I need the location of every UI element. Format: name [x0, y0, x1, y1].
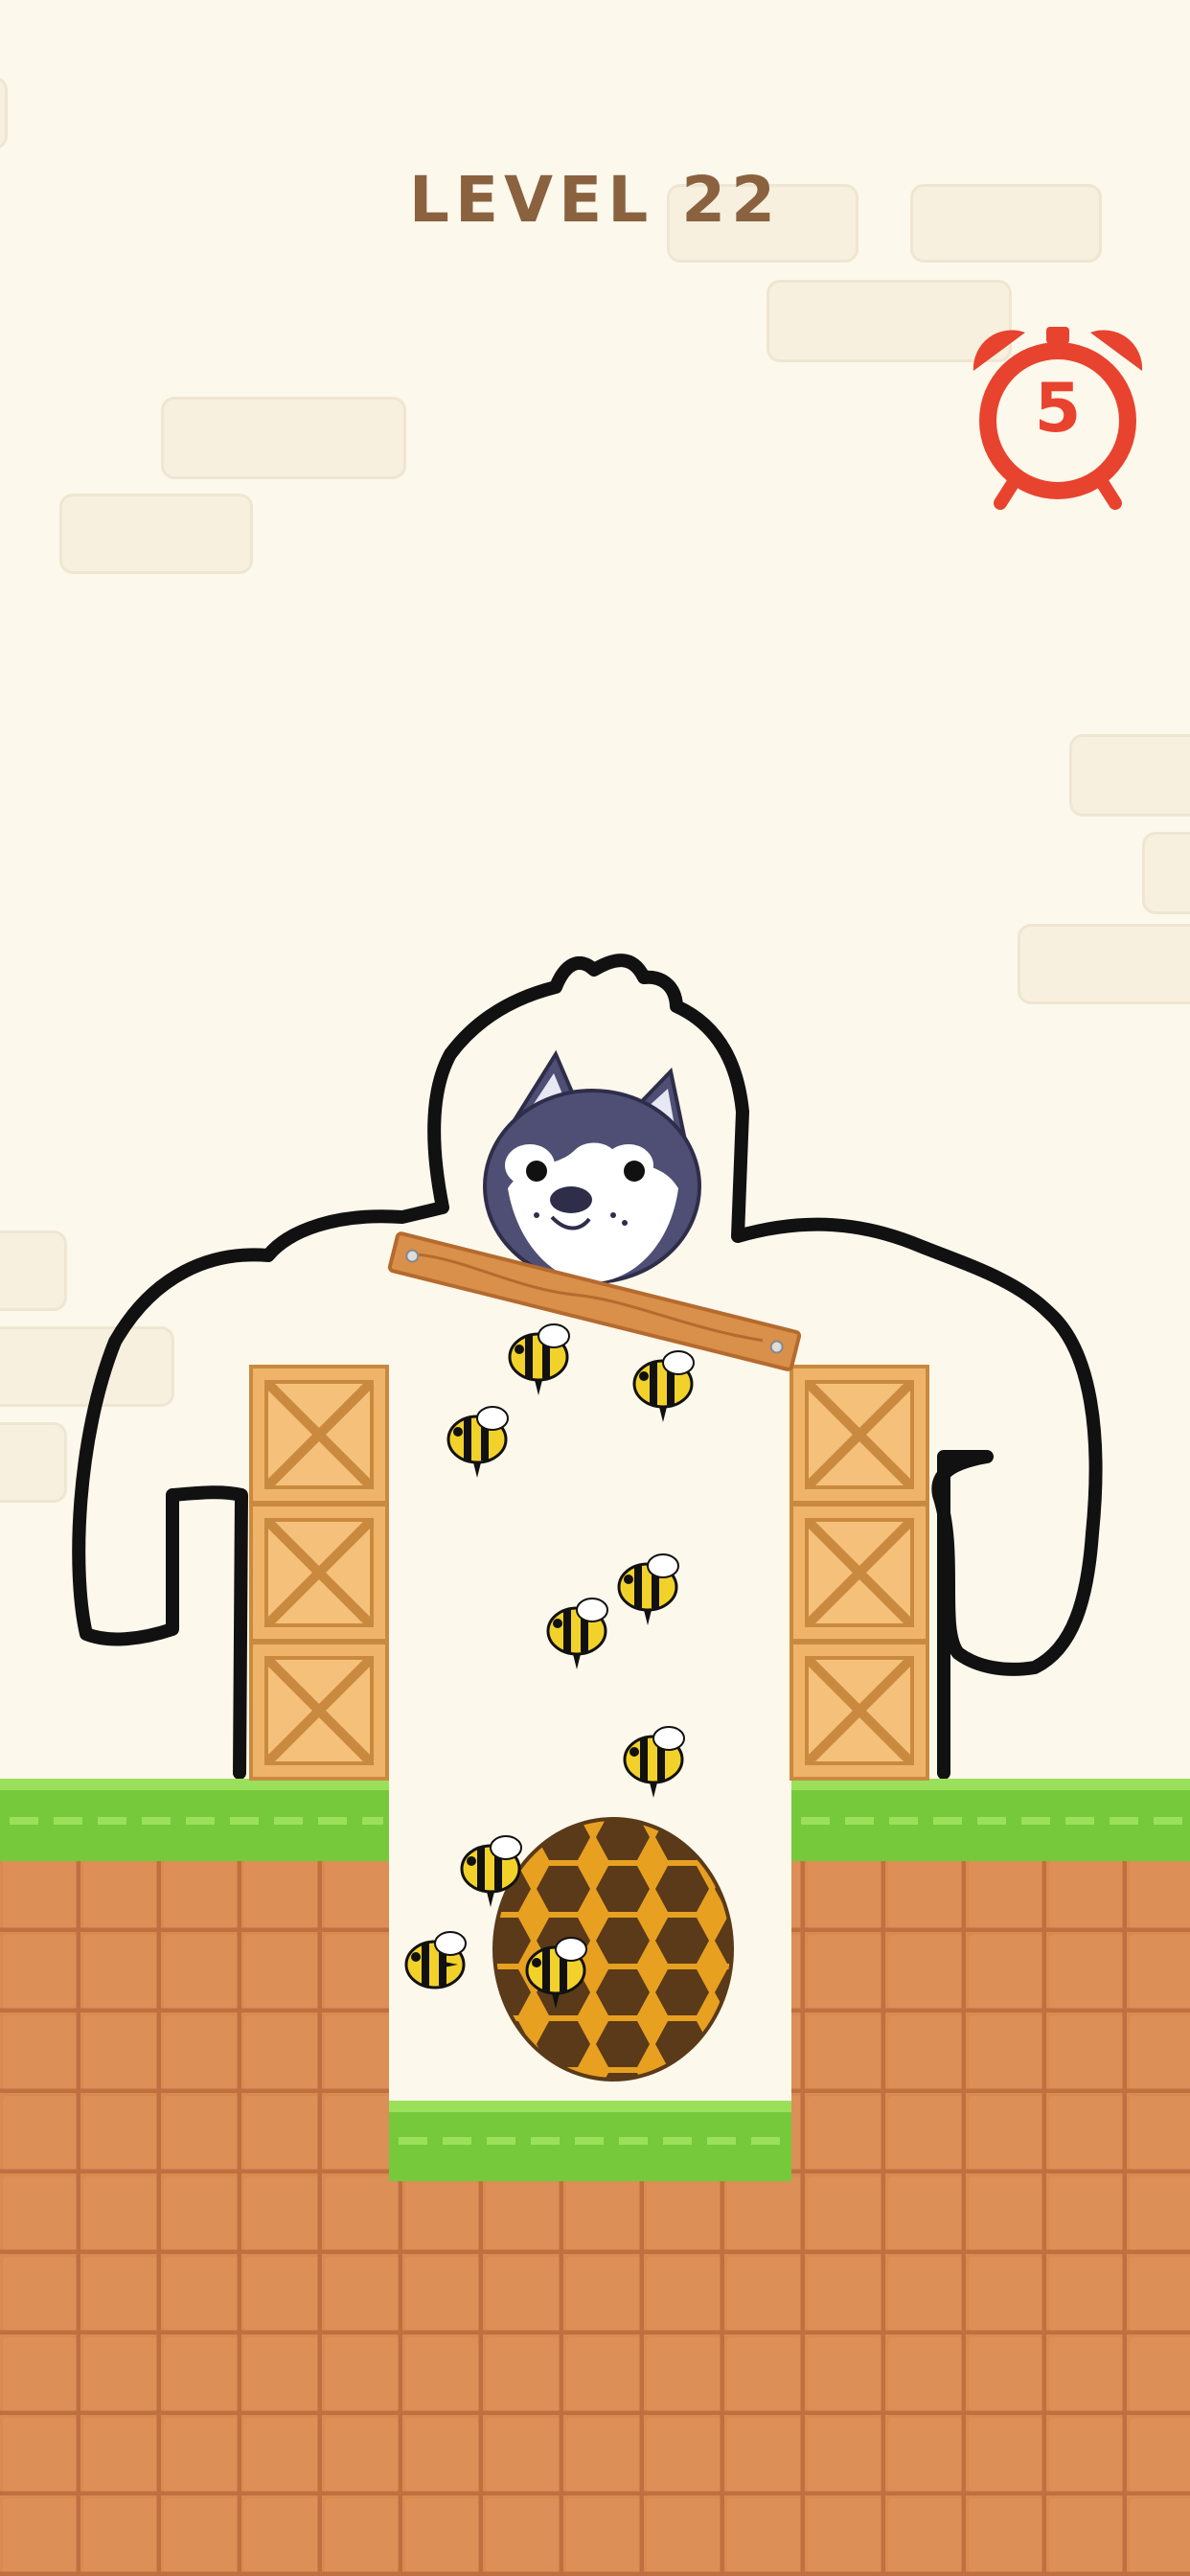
- wooden-crate: [790, 1365, 929, 1505]
- wooden-crate: [249, 1641, 389, 1781]
- husky-dog[interactable]: [483, 1049, 701, 1284]
- bee: [446, 1406, 509, 1478]
- ground-right: [791, 1779, 1190, 2576]
- bee: [617, 1553, 679, 1625]
- crate-stack-right: [790, 1365, 929, 1781]
- wooden-crate: [790, 1503, 929, 1643]
- bee: [546, 1598, 608, 1669]
- bee: [508, 1323, 570, 1395]
- ground-bottom: [389, 2175, 791, 2576]
- wooden-crate: [249, 1503, 389, 1643]
- bee: [632, 1350, 695, 1422]
- game-scene[interactable]: [0, 0, 1190, 2576]
- crate-stack-left: [249, 1365, 389, 1781]
- wooden-crate: [249, 1365, 389, 1505]
- ground-left: [0, 1779, 389, 2576]
- wooden-crate: [790, 1641, 929, 1781]
